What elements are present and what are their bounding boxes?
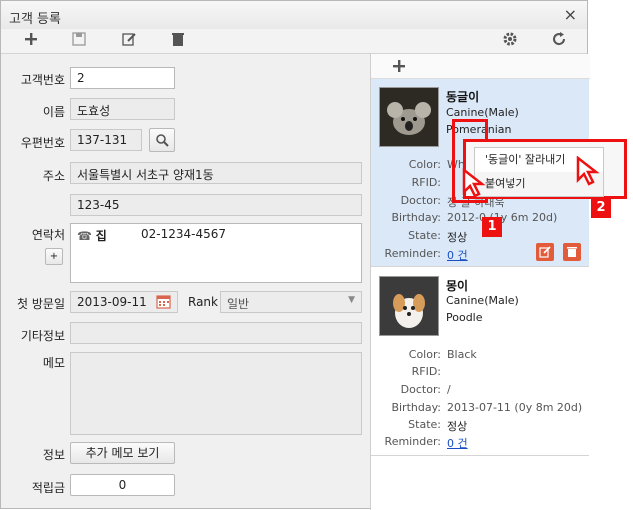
state-value: 정상	[447, 420, 468, 433]
rfid-label: RFID:	[411, 176, 441, 189]
pointer-arrow-2	[576, 156, 600, 186]
customer-registration-window: 고객 등록 × 고객번호 2 이름 도효성 우편번호 137-131 주소 서울…	[0, 0, 590, 510]
reminder-link[interactable]: 0 건	[447, 435, 468, 451]
pet-name: 동글이	[446, 90, 480, 104]
rank-label: Rank	[188, 295, 218, 309]
customer-no-label: 고객번호	[20, 73, 65, 87]
pet-species: Canine(Male)	[446, 294, 519, 307]
refresh-icon[interactable]	[549, 31, 569, 51]
add-pet-icon[interactable]	[391, 58, 407, 77]
points-label: 적립금	[31, 481, 65, 495]
search-icon	[156, 134, 169, 147]
zip-field[interactable]: 137-131	[70, 129, 142, 151]
points-field[interactable]: 0	[70, 474, 175, 496]
pet-breed: Poodle	[446, 311, 483, 324]
customer-no-field[interactable]: 2	[70, 67, 175, 89]
edit-icon[interactable]	[119, 31, 139, 51]
edit-pet-icon[interactable]	[536, 243, 554, 261]
rank-value: 일반	[227, 297, 250, 311]
plus-icon[interactable]	[21, 31, 41, 51]
title-bar: 고객 등록 ×	[1, 1, 587, 30]
trash-icon[interactable]	[168, 31, 188, 51]
pet-species: Canine(Male)	[446, 106, 519, 119]
color-value: Black	[447, 348, 477, 361]
address-line1-field[interactable]: 서울특별시 서초구 양재1동	[70, 162, 362, 184]
pet-photo	[379, 276, 439, 336]
save-icon[interactable]	[69, 31, 89, 51]
pet-photo	[379, 87, 439, 147]
memo-field[interactable]	[70, 352, 362, 435]
pet-name: 몽이	[446, 279, 469, 293]
address-line2-field[interactable]: 123-45	[70, 194, 362, 216]
state-value: 정상	[447, 231, 468, 244]
reminder-label: Reminder:	[384, 435, 441, 448]
callout-number-1: 1	[482, 217, 502, 237]
gear-icon[interactable]	[500, 31, 520, 51]
chevron-down-icon: ▼	[348, 295, 355, 305]
color-label: Color:	[408, 348, 441, 361]
contact-list[interactable]: ☎ 집 02-1234-4567	[70, 223, 362, 283]
callout-number-2: 2	[591, 198, 611, 218]
doctor-label: Doctor:	[400, 383, 441, 396]
birthday-value: 2012-0 (1y 6m 20d)	[447, 211, 558, 224]
etc-info-field[interactable]	[70, 322, 362, 344]
pet-toolbar	[371, 54, 590, 79]
rank-select[interactable]: 일반 ▼	[220, 291, 362, 313]
birthday-value: 2013-07-11 (0y 8m 20d)	[447, 401, 583, 414]
birthday-label: Birthday:	[391, 211, 441, 224]
state-label: State:	[408, 418, 441, 431]
contact-label: 연락처	[31, 228, 65, 242]
doctor-value: /	[447, 383, 451, 396]
doctor-label: Doctor:	[400, 194, 441, 207]
address-label: 주소	[42, 169, 65, 183]
window-title: 고객 등록	[9, 12, 61, 27]
birthday-label: Birthday:	[391, 401, 441, 414]
contact-add-button[interactable]: +	[45, 248, 63, 265]
delete-pet-icon[interactable]	[563, 243, 581, 261]
reminder-link[interactable]: 0 건	[447, 247, 468, 263]
info-label: 정보	[42, 448, 65, 462]
calendar-icon[interactable]	[156, 294, 171, 312]
customer-form: 고객번호 2 이름 도효성 우편번호 137-131 주소 서울특별시 서초구 …	[1, 54, 369, 510]
etc-info-label: 기타정보	[20, 329, 65, 343]
contact-type: 집	[95, 229, 107, 243]
reminder-label: Reminder:	[384, 247, 441, 260]
name-label: 이름	[42, 105, 65, 119]
pet-card[interactable]: 몽이 Canine(Male) Poodle Color: Black RFID…	[371, 268, 589, 456]
zip-search-button[interactable]	[149, 128, 175, 152]
rfid-label: RFID:	[411, 365, 441, 378]
color-label: Color:	[408, 158, 441, 171]
close-icon[interactable]: ×	[564, 5, 577, 24]
main-toolbar	[1, 29, 587, 54]
first-visit-label: 첫 방문일	[17, 297, 65, 311]
pointer-arrow-1	[462, 168, 486, 198]
name-field[interactable]: 도효성	[70, 98, 175, 120]
contact-phone: 02-1234-4567	[141, 227, 227, 241]
state-label: State:	[408, 229, 441, 242]
more-memo-button[interactable]: 추가 메모 보기	[70, 442, 175, 464]
phone-icon: ☎	[77, 229, 92, 243]
zip-label: 우편번호	[20, 136, 65, 150]
memo-label: 메모	[42, 356, 65, 370]
